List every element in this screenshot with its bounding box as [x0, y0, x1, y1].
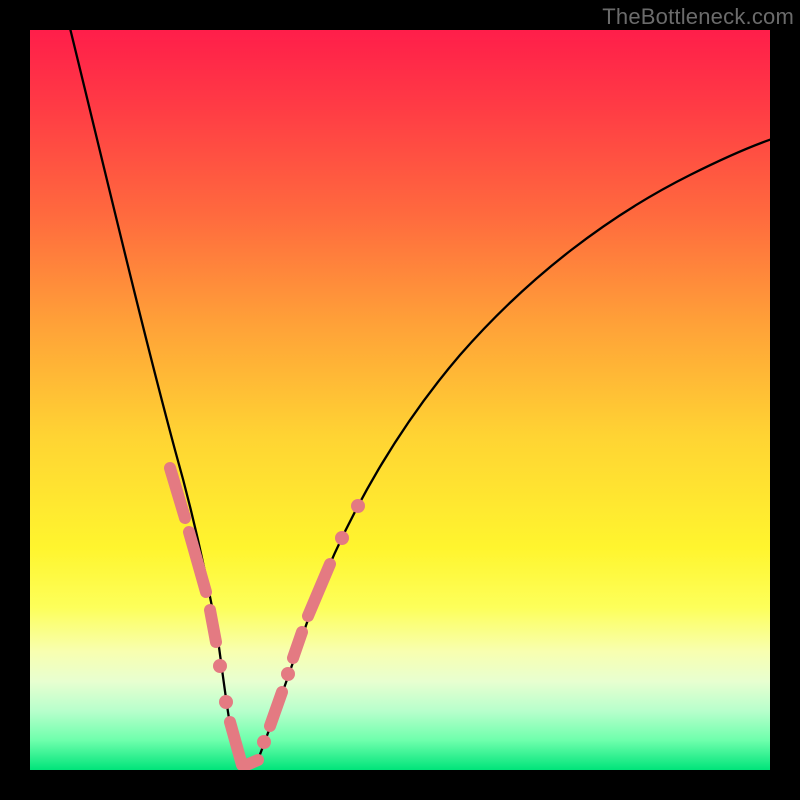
marker-dot-1 — [213, 659, 227, 673]
marker-seg-3 — [210, 610, 216, 642]
marker-seg-7 — [293, 632, 302, 658]
bottleneck-curve — [68, 30, 770, 768]
marker-dot-3 — [257, 735, 271, 749]
marker-seg-4 — [230, 722, 242, 765]
watermark-text: TheBottleneck.com — [602, 4, 794, 30]
plot-area — [30, 30, 770, 770]
marker-seg-5 — [244, 760, 258, 766]
marker-dot-4 — [281, 667, 295, 681]
curve-svg — [30, 30, 770, 770]
marker-dot-5 — [335, 531, 349, 545]
marker-seg-8 — [308, 564, 330, 616]
marker-seg-2 — [189, 532, 206, 592]
marker-seg-6 — [270, 692, 282, 726]
marker-dot-6 — [351, 499, 365, 513]
chart-frame: TheBottleneck.com — [0, 0, 800, 800]
marker-dot-2 — [219, 695, 233, 709]
